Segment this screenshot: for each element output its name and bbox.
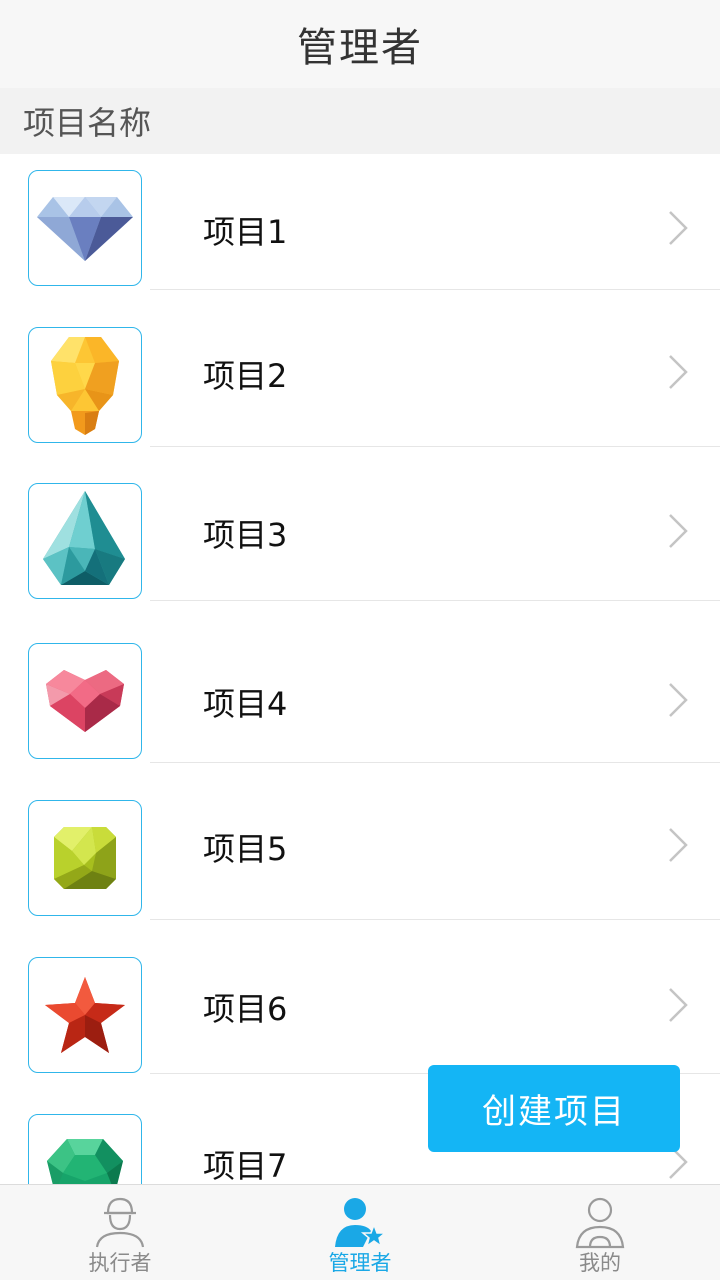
chevron-right-icon — [669, 828, 688, 862]
project-name: 项目1 — [203, 213, 288, 251]
project-list: 项目1 项目2 项目3 项目4 项目5 项目6 项目7 — [0, 154, 720, 1184]
list-item-project-5[interactable]: 项目5 — [0, 763, 720, 920]
manager-icon — [335, 1198, 387, 1248]
lightbulb-icon — [51, 337, 119, 435]
section-header: 项目名称 — [0, 88, 720, 154]
diamond-icon — [37, 197, 133, 261]
project-thumbnail — [28, 643, 142, 759]
chevron-right-icon — [669, 355, 688, 389]
chevron-right-icon — [669, 683, 688, 717]
profile-icon — [575, 1197, 625, 1249]
project-thumbnail — [28, 170, 142, 286]
list-item-project-2[interactable]: 项目2 — [0, 290, 720, 447]
chevron-right-icon — [669, 988, 688, 1022]
project-name: 项目7 — [203, 1147, 288, 1184]
list-item-project-1[interactable]: 项目1 — [0, 154, 720, 290]
page-title: 管理者 — [297, 25, 423, 71]
chevron-right-icon — [669, 211, 688, 245]
project-name: 项目2 — [203, 357, 288, 395]
top-bar: 管理者 — [0, 0, 720, 88]
cube-gem-icon — [54, 827, 116, 889]
project-name: 项目6 — [203, 990, 288, 1028]
project-thumbnail — [28, 483, 142, 599]
project-name: 项目3 — [203, 516, 288, 554]
project-thumbnail — [28, 1114, 142, 1184]
bottom-tab-bar: 执行者 管理者 我的 — [0, 1184, 720, 1280]
emerald-icon — [47, 1139, 123, 1184]
tab-mine[interactable]: 我的 — [480, 1185, 720, 1280]
chevron-right-icon — [669, 514, 688, 548]
create-project-button[interactable]: 创建项目 — [428, 1065, 680, 1152]
section-title: 项目名称 — [23, 104, 152, 142]
tab-label: 我的 — [579, 1251, 621, 1275]
list-item-project-4[interactable]: 项目4 — [0, 601, 720, 763]
list-item-project-6[interactable]: 项目6 — [0, 920, 720, 1074]
project-thumbnail — [28, 327, 142, 443]
tab-executor[interactable]: 执行者 — [0, 1185, 240, 1280]
project-thumbnail — [28, 957, 142, 1073]
tab-label: 执行者 — [88, 1251, 152, 1275]
project-thumbnail — [28, 800, 142, 916]
tab-label: 管理者 — [328, 1251, 392, 1275]
tab-manager[interactable]: 管理者 — [240, 1185, 480, 1280]
heart-icon — [46, 670, 124, 732]
star-icon — [45, 977, 125, 1053]
list-item-project-3[interactable]: 项目3 — [0, 447, 720, 601]
project-name: 项目4 — [203, 685, 288, 723]
project-name: 项目5 — [203, 830, 288, 868]
worker-icon — [95, 1197, 145, 1248]
teardrop-gem-icon — [43, 491, 125, 585]
